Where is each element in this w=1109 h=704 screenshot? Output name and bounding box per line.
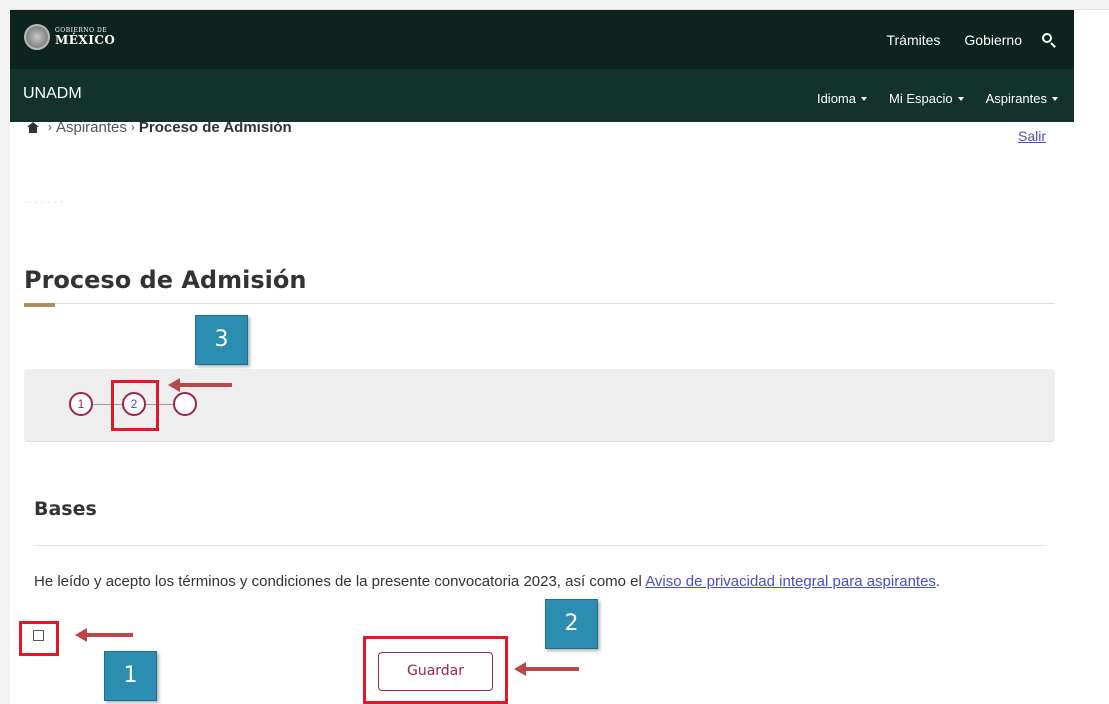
gobierno-link[interactable]: Gobierno xyxy=(964,32,1022,48)
search-icon[interactable] xyxy=(1042,33,1056,48)
site-navbar: UNADM Idioma Mi Espacio Aspirantes xyxy=(10,69,1074,122)
title-divider xyxy=(24,303,1055,304)
header-links: Trámites Gobierno xyxy=(862,32,1056,48)
arrow-left-icon xyxy=(514,662,579,676)
page-title: Proceso de Admisión xyxy=(24,266,307,294)
callout-2: 2 xyxy=(545,599,598,649)
aspirantes-dropdown[interactable]: Aspirantes xyxy=(986,91,1058,106)
title-accent-bar xyxy=(24,303,55,307)
browser-top-strip xyxy=(0,0,1109,10)
step-1[interactable]: 1 xyxy=(69,392,93,416)
callout-1: 1 xyxy=(104,651,157,701)
placeholder-dashes: ------ xyxy=(27,197,67,208)
chevron-right-icon: › xyxy=(130,120,135,134)
gobierno-logo[interactable]: GOBIERNO DE MÉXICO xyxy=(24,24,115,50)
step-3[interactable] xyxy=(173,392,197,416)
site-brand[interactable]: UNADM xyxy=(23,85,82,103)
tramites-link[interactable]: Trámites xyxy=(886,32,940,48)
logout-link[interactable]: Salir xyxy=(1018,128,1046,144)
privacy-notice-link[interactable]: Aviso de privacidad integral para aspira… xyxy=(645,573,936,590)
highlight-save-button xyxy=(363,636,508,704)
breadcrumb-aspirantes[interactable]: Aspirantes xyxy=(56,119,127,136)
callout-3: 3 xyxy=(195,315,248,365)
caret-down-icon xyxy=(861,96,867,101)
highlight-checkbox xyxy=(19,621,59,656)
caret-down-icon xyxy=(957,96,964,101)
breadcrumb: › Aspirantes › Proceso de Admisión xyxy=(27,118,292,136)
breadcrumb-current: Proceso de Admisión xyxy=(138,118,292,136)
chevron-right-icon: › xyxy=(48,120,52,134)
nav-menus: Idioma Mi Espacio Aspirantes xyxy=(795,91,1058,106)
bases-title: Bases xyxy=(34,498,97,520)
caret-down-icon xyxy=(1052,96,1058,101)
terms-text: He leído y acepto los términos y condici… xyxy=(34,573,941,590)
arrow-left-icon xyxy=(75,628,133,642)
browser-left-strip xyxy=(0,0,10,704)
bases-divider xyxy=(34,545,1046,546)
seal-icon xyxy=(24,24,50,50)
logo-big-text: MÉXICO xyxy=(55,33,116,47)
gobmx-header: GOBIERNO DE MÉXICO Trámites Gobierno xyxy=(10,10,1074,69)
arrow-left-icon xyxy=(168,378,232,392)
idioma-dropdown[interactable]: Idioma xyxy=(817,91,867,106)
mi-espacio-dropdown[interactable]: Mi Espacio xyxy=(889,91,964,106)
home-icon[interactable] xyxy=(27,121,39,133)
highlight-step-2 xyxy=(111,380,159,431)
